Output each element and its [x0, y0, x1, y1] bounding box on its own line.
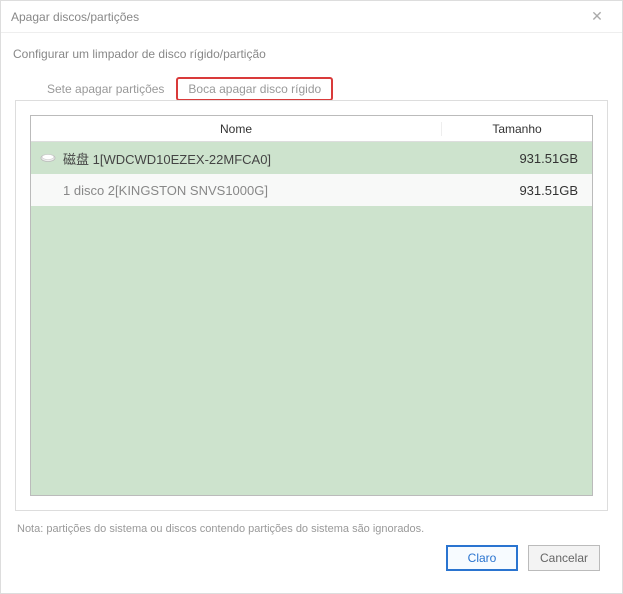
disk-size: 931.51GB: [444, 183, 584, 198]
column-header-size[interactable]: Tamanho: [442, 122, 592, 136]
column-header-name[interactable]: Nome: [31, 122, 442, 136]
disk-name: 磁盘 1[WDCWD10EZEX-22MFCA0]: [63, 149, 444, 168]
tab-erase-partitions[interactable]: Sete apagar partições: [39, 78, 172, 100]
dialog-subtitle: Configurar um limpador de disco rígido/p…: [11, 47, 612, 61]
tab-bar: Sete apagar partições Boca apagar disco …: [11, 77, 612, 101]
content-area: Configurar um limpador de disco rígido/p…: [1, 33, 622, 593]
dialog-footer: Claro Cancelar: [11, 545, 612, 583]
disk-icon: [39, 183, 57, 197]
disk-name: 1 disco 2[KINGSTON SNVS1000G]: [63, 183, 444, 198]
footer-note: Nota: partições do sistema ou discos con…: [11, 511, 612, 545]
dialog-window: Apagar discos/partições ✕ Configurar um …: [0, 0, 623, 594]
disk-size: 931.51GB: [444, 151, 584, 166]
titlebar: Apagar discos/partições ✕: [1, 1, 622, 33]
disk-icon: [39, 151, 57, 165]
panel: Nome Tamanho 磁盘 1[WDCWD10EZEX-22MFCA0] 9…: [15, 100, 608, 511]
table-row[interactable]: 磁盘 1[WDCWD10EZEX-22MFCA0] 931.51GB: [31, 142, 592, 174]
window-title: Apagar discos/partições: [11, 10, 582, 24]
disk-table: Nome Tamanho 磁盘 1[WDCWD10EZEX-22MFCA0] 9…: [30, 115, 593, 496]
table-body: 磁盘 1[WDCWD10EZEX-22MFCA0] 931.51GB 1 dis…: [31, 142, 592, 495]
ok-button[interactable]: Claro: [446, 545, 518, 571]
close-icon[interactable]: ✕: [582, 8, 612, 25]
cancel-button[interactable]: Cancelar: [528, 545, 600, 571]
tab-erase-disk[interactable]: Boca apagar disco rígido: [176, 77, 333, 101]
table-header: Nome Tamanho: [31, 116, 592, 142]
table-row[interactable]: 1 disco 2[KINGSTON SNVS1000G] 931.51GB: [31, 174, 592, 206]
